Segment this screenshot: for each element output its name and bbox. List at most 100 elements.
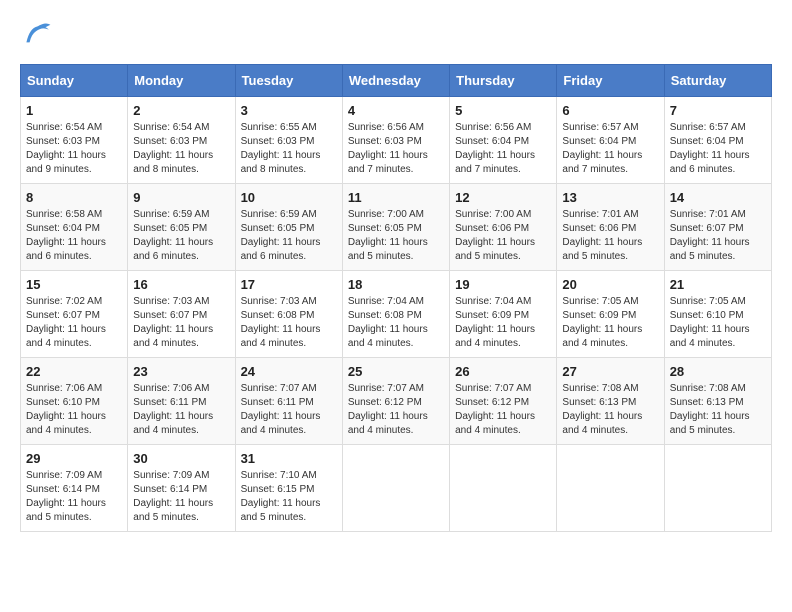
day-number: 2	[133, 103, 229, 118]
day-detail: Sunrise: 7:01 AMSunset: 6:07 PMDaylight:…	[670, 208, 766, 264]
day-number: 25	[348, 364, 444, 379]
calendar-cell: 20 Sunrise: 7:05 AMSunset: 6:09 PMDaylig…	[557, 271, 664, 358]
day-detail: Sunrise: 7:10 AMSunset: 6:15 PMDaylight:…	[241, 469, 337, 525]
day-detail: Sunrise: 7:06 AMSunset: 6:10 PMDaylight:…	[26, 382, 122, 438]
calendar-cell	[664, 445, 771, 532]
day-detail: Sunrise: 7:00 AMSunset: 6:05 PMDaylight:…	[348, 208, 444, 264]
day-number: 31	[241, 451, 337, 466]
day-detail: Sunrise: 7:02 AMSunset: 6:07 PMDaylight:…	[26, 295, 122, 351]
calendar-cell: 9 Sunrise: 6:59 AMSunset: 6:05 PMDayligh…	[128, 184, 235, 271]
day-detail: Sunrise: 6:57 AMSunset: 6:04 PMDaylight:…	[670, 121, 766, 177]
day-number: 24	[241, 364, 337, 379]
day-detail: Sunrise: 7:03 AMSunset: 6:07 PMDaylight:…	[133, 295, 229, 351]
calendar-cell: 4 Sunrise: 6:56 AMSunset: 6:03 PMDayligh…	[342, 97, 449, 184]
day-detail: Sunrise: 6:56 AMSunset: 6:03 PMDaylight:…	[348, 121, 444, 177]
header-day-friday: Friday	[557, 65, 664, 97]
calendar-cell: 18 Sunrise: 7:04 AMSunset: 6:08 PMDaylig…	[342, 271, 449, 358]
calendar-cell	[342, 445, 449, 532]
day-number: 9	[133, 190, 229, 205]
header-day-wednesday: Wednesday	[342, 65, 449, 97]
day-number: 26	[455, 364, 551, 379]
calendar-cell	[557, 445, 664, 532]
calendar-cell: 30 Sunrise: 7:09 AMSunset: 6:14 PMDaylig…	[128, 445, 235, 532]
logo	[20, 20, 56, 48]
day-number: 4	[348, 103, 444, 118]
calendar-cell: 15 Sunrise: 7:02 AMSunset: 6:07 PMDaylig…	[21, 271, 128, 358]
day-number: 15	[26, 277, 122, 292]
logo-icon	[20, 20, 52, 48]
day-number: 21	[670, 277, 766, 292]
calendar-header: SundayMondayTuesdayWednesdayThursdayFrid…	[21, 65, 772, 97]
day-number: 10	[241, 190, 337, 205]
day-detail: Sunrise: 7:04 AMSunset: 6:08 PMDaylight:…	[348, 295, 444, 351]
day-detail: Sunrise: 7:04 AMSunset: 6:09 PMDaylight:…	[455, 295, 551, 351]
header-day-monday: Monday	[128, 65, 235, 97]
calendar-cell: 13 Sunrise: 7:01 AMSunset: 6:06 PMDaylig…	[557, 184, 664, 271]
calendar-cell: 25 Sunrise: 7:07 AMSunset: 6:12 PMDaylig…	[342, 358, 449, 445]
header-day-tuesday: Tuesday	[235, 65, 342, 97]
day-detail: Sunrise: 7:07 AMSunset: 6:12 PMDaylight:…	[348, 382, 444, 438]
day-number: 6	[562, 103, 658, 118]
day-number: 30	[133, 451, 229, 466]
day-detail: Sunrise: 6:54 AMSunset: 6:03 PMDaylight:…	[26, 121, 122, 177]
header-day-thursday: Thursday	[450, 65, 557, 97]
calendar-cell	[450, 445, 557, 532]
calendar-week-3: 15 Sunrise: 7:02 AMSunset: 6:07 PMDaylig…	[21, 271, 772, 358]
calendar-cell: 5 Sunrise: 6:56 AMSunset: 6:04 PMDayligh…	[450, 97, 557, 184]
day-number: 14	[670, 190, 766, 205]
day-detail: Sunrise: 7:00 AMSunset: 6:06 PMDaylight:…	[455, 208, 551, 264]
day-number: 20	[562, 277, 658, 292]
day-detail: Sunrise: 6:57 AMSunset: 6:04 PMDaylight:…	[562, 121, 658, 177]
calendar-cell: 22 Sunrise: 7:06 AMSunset: 6:10 PMDaylig…	[21, 358, 128, 445]
calendar-cell: 7 Sunrise: 6:57 AMSunset: 6:04 PMDayligh…	[664, 97, 771, 184]
day-number: 18	[348, 277, 444, 292]
day-detail: Sunrise: 7:08 AMSunset: 6:13 PMDaylight:…	[670, 382, 766, 438]
day-detail: Sunrise: 7:03 AMSunset: 6:08 PMDaylight:…	[241, 295, 337, 351]
day-number: 22	[26, 364, 122, 379]
day-detail: Sunrise: 6:59 AMSunset: 6:05 PMDaylight:…	[133, 208, 229, 264]
day-number: 12	[455, 190, 551, 205]
day-number: 29	[26, 451, 122, 466]
day-number: 7	[670, 103, 766, 118]
day-detail: Sunrise: 7:01 AMSunset: 6:06 PMDaylight:…	[562, 208, 658, 264]
day-number: 1	[26, 103, 122, 118]
calendar-cell: 17 Sunrise: 7:03 AMSunset: 6:08 PMDaylig…	[235, 271, 342, 358]
calendar-cell: 21 Sunrise: 7:05 AMSunset: 6:10 PMDaylig…	[664, 271, 771, 358]
day-detail: Sunrise: 6:59 AMSunset: 6:05 PMDaylight:…	[241, 208, 337, 264]
day-number: 11	[348, 190, 444, 205]
calendar-cell: 16 Sunrise: 7:03 AMSunset: 6:07 PMDaylig…	[128, 271, 235, 358]
day-number: 13	[562, 190, 658, 205]
header-row: SundayMondayTuesdayWednesdayThursdayFrid…	[21, 65, 772, 97]
day-number: 19	[455, 277, 551, 292]
calendar-cell: 14 Sunrise: 7:01 AMSunset: 6:07 PMDaylig…	[664, 184, 771, 271]
calendar-cell: 1 Sunrise: 6:54 AMSunset: 6:03 PMDayligh…	[21, 97, 128, 184]
day-detail: Sunrise: 7:08 AMSunset: 6:13 PMDaylight:…	[562, 382, 658, 438]
day-number: 8	[26, 190, 122, 205]
calendar-cell: 23 Sunrise: 7:06 AMSunset: 6:11 PMDaylig…	[128, 358, 235, 445]
day-number: 3	[241, 103, 337, 118]
day-number: 28	[670, 364, 766, 379]
day-number: 17	[241, 277, 337, 292]
day-detail: Sunrise: 7:06 AMSunset: 6:11 PMDaylight:…	[133, 382, 229, 438]
calendar-week-1: 1 Sunrise: 6:54 AMSunset: 6:03 PMDayligh…	[21, 97, 772, 184]
day-detail: Sunrise: 7:07 AMSunset: 6:12 PMDaylight:…	[455, 382, 551, 438]
day-number: 5	[455, 103, 551, 118]
day-detail: Sunrise: 7:05 AMSunset: 6:10 PMDaylight:…	[670, 295, 766, 351]
calendar-table: SundayMondayTuesdayWednesdayThursdayFrid…	[20, 64, 772, 532]
calendar-week-5: 29 Sunrise: 7:09 AMSunset: 6:14 PMDaylig…	[21, 445, 772, 532]
calendar-week-2: 8 Sunrise: 6:58 AMSunset: 6:04 PMDayligh…	[21, 184, 772, 271]
calendar-cell: 10 Sunrise: 6:59 AMSunset: 6:05 PMDaylig…	[235, 184, 342, 271]
calendar-cell: 28 Sunrise: 7:08 AMSunset: 6:13 PMDaylig…	[664, 358, 771, 445]
calendar-cell: 3 Sunrise: 6:55 AMSunset: 6:03 PMDayligh…	[235, 97, 342, 184]
day-detail: Sunrise: 6:58 AMSunset: 6:04 PMDaylight:…	[26, 208, 122, 264]
day-detail: Sunrise: 7:09 AMSunset: 6:14 PMDaylight:…	[26, 469, 122, 525]
calendar-cell: 19 Sunrise: 7:04 AMSunset: 6:09 PMDaylig…	[450, 271, 557, 358]
calendar-cell: 2 Sunrise: 6:54 AMSunset: 6:03 PMDayligh…	[128, 97, 235, 184]
header-day-saturday: Saturday	[664, 65, 771, 97]
header-day-sunday: Sunday	[21, 65, 128, 97]
day-detail: Sunrise: 6:56 AMSunset: 6:04 PMDaylight:…	[455, 121, 551, 177]
calendar-cell: 6 Sunrise: 6:57 AMSunset: 6:04 PMDayligh…	[557, 97, 664, 184]
day-number: 27	[562, 364, 658, 379]
day-detail: Sunrise: 7:07 AMSunset: 6:11 PMDaylight:…	[241, 382, 337, 438]
calendar-cell: 29 Sunrise: 7:09 AMSunset: 6:14 PMDaylig…	[21, 445, 128, 532]
